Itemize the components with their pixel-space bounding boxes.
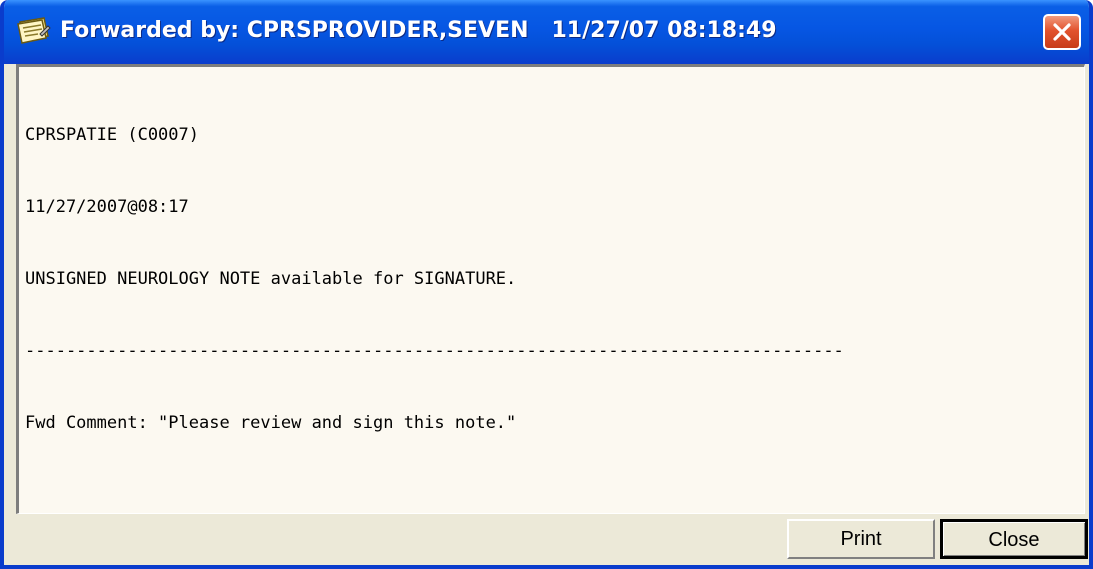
button-bar: Print Close: [16, 519, 1088, 559]
memo-line-separator: ----------------------------------------…: [25, 341, 844, 361]
memo-line-patient: CPRSPATIE (C0007): [25, 125, 199, 145]
alert-text-memo[interactable]: CPRSPATIE (C0007) 11/27/2007@08:17 UNSIG…: [16, 64, 1085, 514]
close-button[interactable]: Close: [940, 519, 1088, 559]
memo-line-datetime: 11/27/2007@08:17: [25, 197, 189, 217]
memo-line-comment: Fwd Comment: "Please review and sign thi…: [25, 413, 517, 433]
memo-line-message: UNSIGNED NEUROLOGY NOTE available for SI…: [25, 269, 517, 289]
window-close-button[interactable]: [1043, 14, 1081, 50]
print-button[interactable]: Print: [787, 519, 935, 559]
forwarded-alert-dialog: Forwarded by: CPRSPROVIDER,SEVEN 11/27/0…: [0, 0, 1093, 569]
note-icon: [14, 14, 52, 46]
window-title: Forwarded by: CPRSPROVIDER,SEVEN 11/27/0…: [60, 18, 777, 43]
close-icon: [1053, 23, 1071, 41]
title-bar[interactable]: Forwarded by: CPRSPROVIDER,SEVEN 11/27/0…: [4, 0, 1089, 64]
